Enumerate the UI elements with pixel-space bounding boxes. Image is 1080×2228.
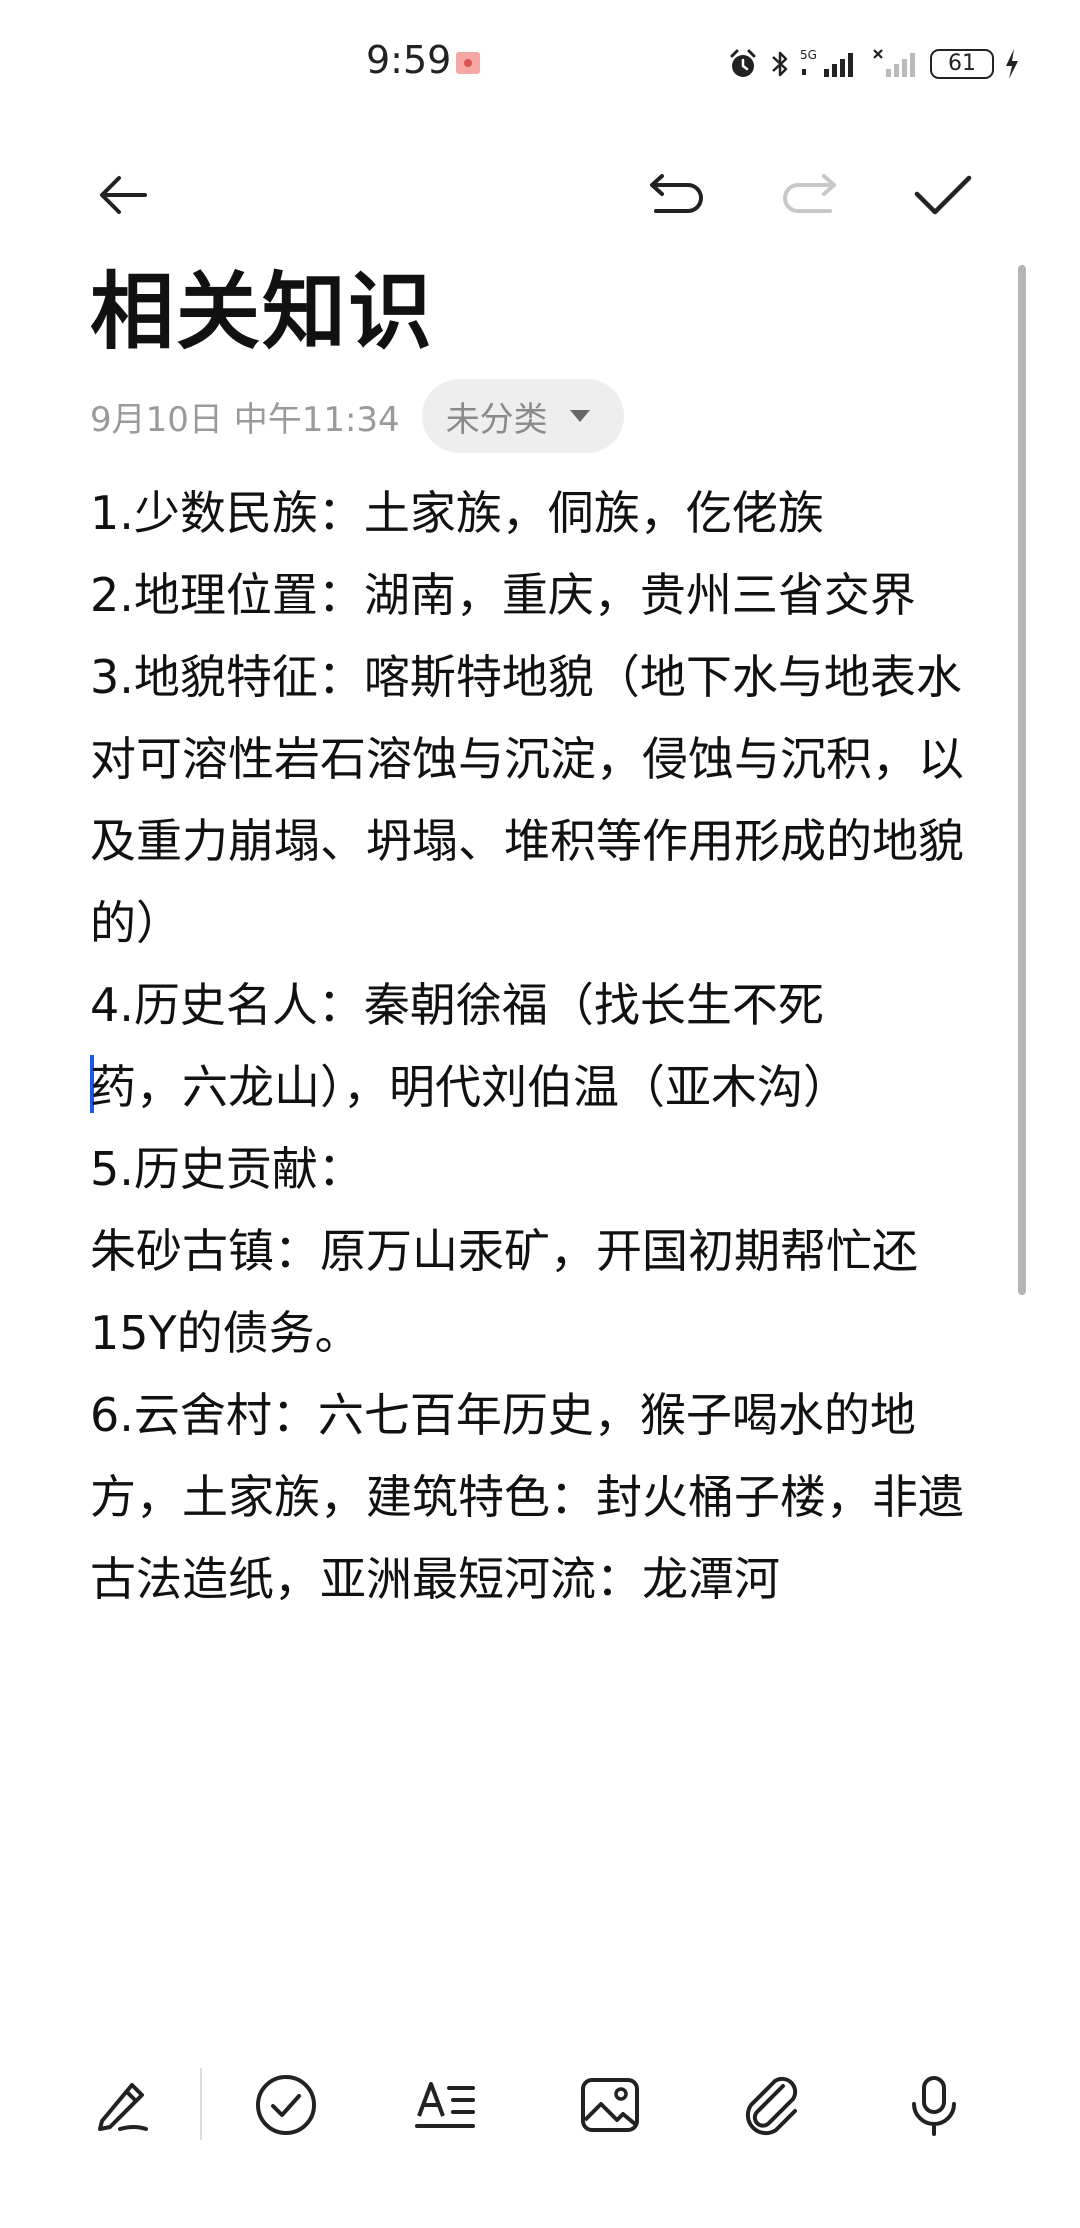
network-label: 5G (800, 48, 817, 62)
bluetooth-icon (772, 51, 788, 77)
text-style-icon (415, 2082, 475, 2128)
note-body-editor[interactable]: 1.少数民族：土家族，侗族，仡佬族 2.地理位置：湖南，重庆，贵州三省交界 3.… (90, 472, 970, 1620)
redo-icon (783, 174, 836, 213)
note-date: 9月10日 中午11:34 (90, 399, 400, 440)
handwriting-button[interactable] (72, 2050, 172, 2160)
text-style-button[interactable] (396, 2050, 496, 2160)
status-time: 9:59 (366, 38, 452, 82)
alarm-icon (730, 49, 756, 77)
microphone-icon (912, 2076, 956, 2136)
note-line: 朱砂古镇：原万山汞矿，开国初期帮忙还15Y的债务。 (90, 1224, 918, 1360)
toolbar-divider (200, 2068, 202, 2140)
arrow-left-icon (100, 176, 147, 214)
note-line: 2.地理位置：湖南，重庆，贵州三省交界 (90, 568, 916, 622)
pen-icon (98, 2083, 148, 2131)
note-line: 药，六龙山），明代刘伯温（亚木沟） (90, 1060, 849, 1114)
category-label: 未分类 (445, 399, 548, 440)
note-line: 1.少数民族：土家族，侗族，仡佬族 (90, 486, 824, 540)
checklist-icon (256, 2075, 316, 2135)
note-title[interactable]: 相关知识 (90, 262, 434, 362)
attachment-icon (745, 2076, 798, 2136)
insert-image-button[interactable] (560, 2050, 660, 2160)
note-line: 6.云舍村：六七百年历史，猴子喝水的地方，土家族，建筑特色：封火桶子楼，非遗古法… (90, 1388, 964, 1606)
done-button[interactable] (898, 150, 988, 240)
note-line: 5.历史贡献： (90, 1142, 364, 1196)
note-meta: 9月10日 中午11:34 未分类 (90, 378, 624, 454)
checklist-button[interactable] (236, 2050, 336, 2160)
screen-record-icon (456, 52, 480, 74)
status-bar: 9:59 5G 61 (0, 0, 1080, 120)
check-icon (914, 175, 972, 215)
attachment-button[interactable] (722, 2050, 822, 2160)
note-line-with-caret: 药，六龙山），明代刘伯温（亚木沟） (90, 1046, 970, 1128)
voice-input-button[interactable] (884, 2050, 984, 2160)
back-button[interactable] (78, 150, 168, 240)
dropdown-arrow-icon (569, 410, 590, 422)
redo-button[interactable] (764, 150, 854, 240)
charging-icon (1006, 49, 1018, 79)
undo-icon (650, 174, 703, 213)
status-icons: 5G 61 (726, 44, 1020, 84)
image-icon (581, 2078, 639, 2132)
signal-5g-icon: 5G (800, 48, 853, 77)
battery-indicator: 61 (930, 49, 994, 79)
note-line: 3.地貌特征：喀斯特地貌（地下水与地表水对可溶性岩石溶蚀与沉淀，侵蚀与沉积，以及… (90, 650, 964, 950)
signal-no-sim-icon (873, 49, 915, 77)
bottom-toolbar (0, 2050, 1080, 2160)
category-dropdown[interactable]: 未分类 (421, 379, 624, 453)
scrollbar-thumb[interactable] (1018, 265, 1026, 1295)
undo-button[interactable] (632, 150, 722, 240)
note-line: 4.历史名人：秦朝徐福（找长生不死 (90, 978, 824, 1032)
top-toolbar (0, 150, 1080, 240)
